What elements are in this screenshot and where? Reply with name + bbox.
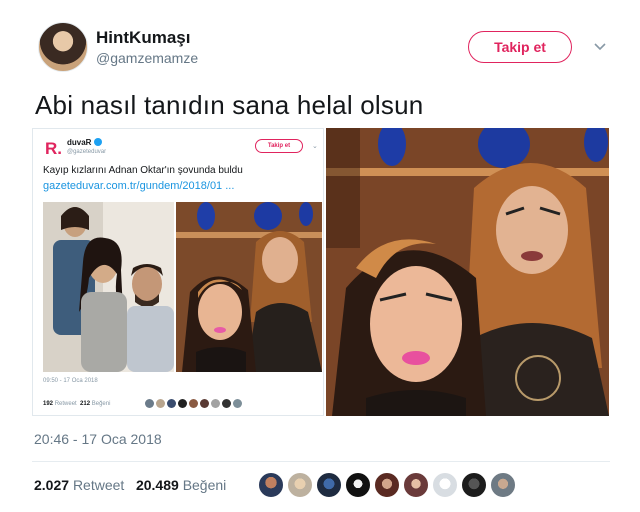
likers-avatars	[258, 472, 528, 500]
embedded-liker-avatar	[222, 399, 231, 408]
tweet-photo[interactable]	[326, 128, 609, 416]
liker-avatar[interactable]	[316, 472, 342, 498]
embedded-liker-avatar	[178, 399, 187, 408]
embedded-logo: R.	[45, 139, 62, 158]
embedded-liker-avatar	[200, 399, 209, 408]
verified-badge-icon	[94, 138, 102, 146]
like-count[interactable]: 20.489	[136, 477, 179, 493]
embedded-follow-button: Takip et	[255, 139, 303, 153]
embedded-tweet-text: Kayıp kızlarını Adnan Oktar'ın şovunda b…	[43, 165, 243, 176]
embedded-liker-avatar	[211, 399, 220, 408]
like-label[interactable]: Beğeni	[183, 477, 227, 493]
embedded-tweet-image[interactable]: R. duvaR @gazeteduvar Takip et ⌄ Kayıp k…	[32, 128, 324, 416]
embedded-liker-avatar	[233, 399, 242, 408]
avatar[interactable]	[38, 22, 88, 72]
liker-avatar[interactable]	[345, 472, 371, 498]
liker-avatar[interactable]	[432, 472, 458, 498]
tweet-stats: 2.027 Retweet 20.489 Beğeni	[34, 477, 226, 493]
embedded-handle: @gazeteduvar	[67, 149, 107, 155]
embedded-liker-avatar	[167, 399, 176, 408]
embedded-liker-avatar	[156, 399, 165, 408]
liker-avatar[interactable]	[287, 472, 313, 498]
tweet-timestamp[interactable]: 20:46 - 17 Oca 2018	[34, 431, 162, 447]
retweet-count[interactable]: 2.027	[34, 477, 69, 493]
follow-button[interactable]: Takip et	[468, 31, 572, 63]
embedded-chevron-down-icon: ⌄	[312, 143, 318, 150]
embedded-liker-avatar	[145, 399, 154, 408]
embedded-display-name: duvaR	[67, 138, 92, 147]
tweet-text: Abi nasıl tanıdın sana helal olsun	[35, 90, 424, 120]
display-name[interactable]: HintKumaşı	[96, 28, 190, 48]
embedded-photo-family	[43, 202, 174, 372]
divider	[32, 461, 610, 462]
embedded-liker-avatar	[189, 399, 198, 408]
chevron-down-icon[interactable]	[592, 38, 608, 54]
liker-avatar[interactable]	[403, 472, 429, 498]
liker-avatar[interactable]	[461, 472, 487, 498]
embedded-link: gazeteduvar.com.tr/gundem/2018/01 ...	[43, 180, 235, 192]
embedded-photo-two-women	[176, 202, 322, 372]
user-handle[interactable]: @gamzemamze	[96, 50, 198, 66]
embedded-stats: 192 Retweet 212 Beğeni	[43, 401, 111, 407]
liker-avatar[interactable]	[490, 472, 516, 498]
embedded-timestamp: 09:50 - 17 Oca 2018	[43, 378, 98, 384]
retweet-label[interactable]: Retweet	[73, 477, 124, 493]
liker-avatar[interactable]	[258, 472, 284, 498]
liker-avatar[interactable]	[374, 472, 400, 498]
